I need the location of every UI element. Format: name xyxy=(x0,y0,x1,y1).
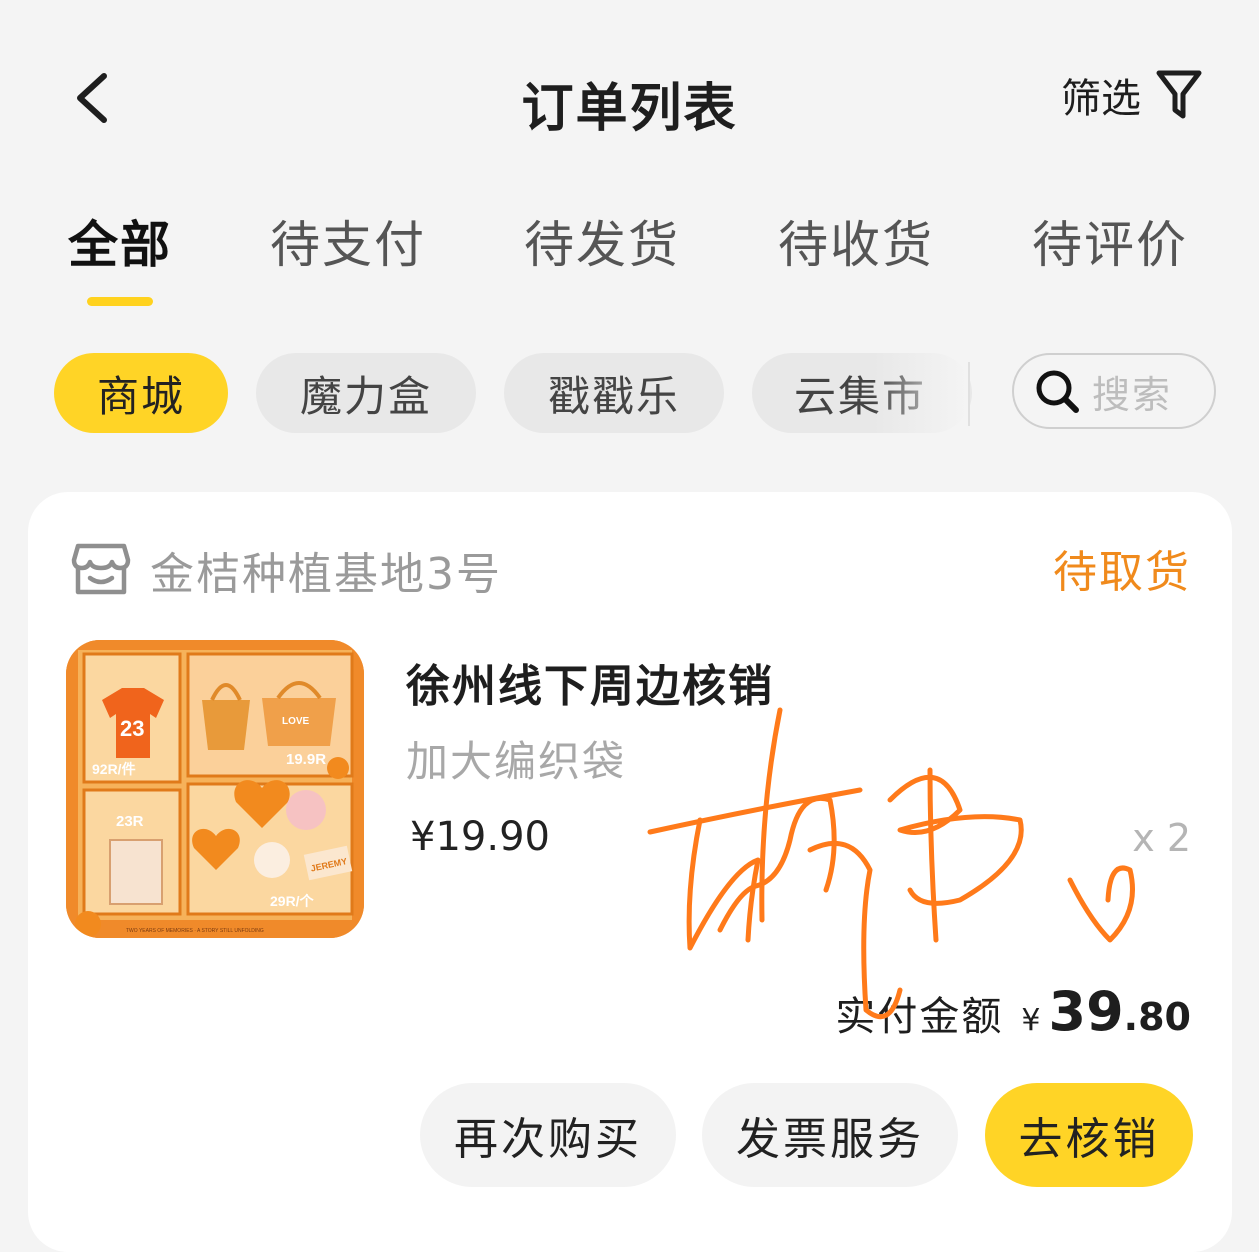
chip-magic-box[interactable]: 魔力盒 xyxy=(256,353,476,433)
tab-pending-review[interactable]: 待评价 xyxy=(1032,205,1188,277)
thumb-footer-text: TWO YEARS OF MEMORIES · A STORY STILL UN… xyxy=(126,928,264,934)
product-unit-price: ¥19.90 xyxy=(410,814,550,860)
chip-poke-fun[interactable]: 戳戳乐 xyxy=(504,353,724,433)
paid-amount-integer: 39 xyxy=(1048,980,1124,1043)
product-thumbnail[interactable]: 23 92R/件 LOVE 19.9R 23R 29R/个 JEREMY TWO… xyxy=(66,640,364,938)
paid-amount-label: 实付金额 xyxy=(835,994,1004,1040)
shop-name[interactable]: 金桔种植基地3号 xyxy=(150,538,502,602)
paid-amount-decimal: .80 xyxy=(1123,995,1191,1039)
magnifier-icon xyxy=(1036,370,1079,413)
verify-button[interactable]: 去核销 xyxy=(985,1083,1193,1187)
filter-label: 筛选 xyxy=(1061,76,1141,122)
thumb-price-2: 19.9R xyxy=(286,751,326,768)
filter-button[interactable]: 筛选 xyxy=(1061,66,1203,124)
search-placeholder: 搜索 xyxy=(1092,372,1173,417)
paid-amount-currency: ¥ xyxy=(1021,1003,1041,1038)
tab-pending-shipment[interactable]: 待发货 xyxy=(524,205,680,277)
active-tab-indicator xyxy=(87,297,153,306)
thumb-jersey-number: 23 xyxy=(120,716,144,741)
thumb-price-3: 23R xyxy=(116,813,144,830)
chip-scroll-fade xyxy=(872,353,968,433)
tab-all[interactable]: 全部 xyxy=(68,205,172,277)
store-icon xyxy=(70,540,132,602)
thumb-bag-text: LOVE xyxy=(282,716,310,727)
search-button[interactable]: 搜索 xyxy=(1012,353,1216,429)
paid-amount-row: 实付金额 ¥ 39 .80 xyxy=(835,980,1191,1043)
order-status-tabs: 全部 待支付 待发货 待收货 待评价 xyxy=(0,205,1259,315)
funnel-icon xyxy=(1156,70,1202,119)
product-name[interactable]: 徐州线下周边核销 xyxy=(406,650,774,714)
chip-divider xyxy=(968,362,970,426)
product-spec: 加大编织袋 xyxy=(406,737,627,786)
chip-mall[interactable]: 商城 xyxy=(54,353,228,433)
invoice-service-button[interactable]: 发票服务 xyxy=(702,1083,958,1187)
tab-pending-receipt[interactable]: 待收货 xyxy=(778,205,934,277)
order-status-label: 待取货 xyxy=(1053,547,1191,598)
tab-pending-payment[interactable]: 待支付 xyxy=(270,205,426,277)
thumb-price-4: 29R/个 xyxy=(270,893,315,909)
thumb-price-1: 92R/件 xyxy=(92,761,136,777)
buy-again-button[interactable]: 再次购买 xyxy=(420,1083,676,1187)
product-quantity: x 2 xyxy=(1132,816,1191,860)
